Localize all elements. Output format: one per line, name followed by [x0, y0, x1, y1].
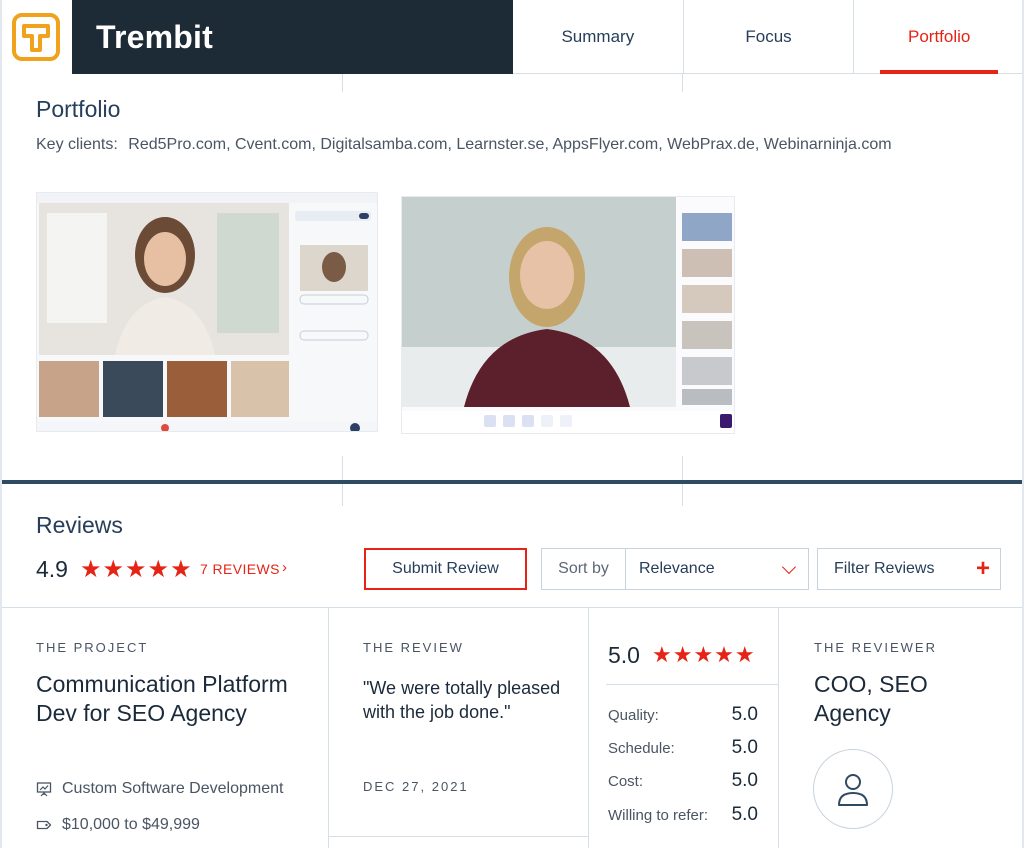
review-card-inner-border	[328, 836, 588, 837]
score-value: 5.0	[731, 804, 758, 825]
score-value: 5.0	[731, 737, 758, 758]
review-quote: "We were totally pleased with the job do…	[363, 678, 561, 722]
portfolio-image-stream-studio[interactable]	[401, 196, 735, 434]
review-column-divider	[778, 607, 779, 848]
chevron-right-icon[interactable]: ›	[282, 559, 287, 576]
grid-line	[682, 484, 683, 506]
top-header: Trembit Summary Focus Portfolio	[0, 0, 1024, 74]
submit-review-button[interactable]: Submit Review	[364, 548, 527, 590]
review-score-stars: ★★★★★	[652, 642, 756, 667]
reviews-heading: Reviews	[36, 512, 123, 538]
project-budget-text: $10,000 to $49,999	[62, 816, 200, 833]
review-column-divider	[588, 607, 589, 848]
review-column-divider	[328, 607, 329, 848]
score-value: 5.0	[731, 770, 758, 791]
trembit-logo-icon	[12, 13, 60, 61]
key-clients: Key clients: Red5Pro.com, Cvent.com, Dig…	[36, 136, 892, 154]
profile-tabs: Summary Focus Portfolio	[513, 0, 1024, 74]
project-service: Custom Software Development	[36, 780, 283, 798]
review-score: 5.0	[608, 642, 640, 668]
plus-icon: +	[975, 555, 990, 582]
score-value: 5.0	[731, 704, 758, 725]
user-icon	[838, 774, 868, 806]
sort-by-select[interactable]: Sort by Relevance	[541, 548, 809, 590]
filter-reviews-label: Filter Reviews	[834, 560, 935, 577]
review-label: THE REVIEW	[363, 640, 464, 655]
grid-line	[342, 484, 343, 506]
project-title[interactable]: Communication Platform Dev for SEO Agenc…	[36, 670, 316, 728]
price-tag-icon	[36, 820, 52, 830]
score-label: Cost:	[608, 773, 644, 790]
score-label: Willing to refer:	[608, 807, 709, 824]
portfolio-image-video-conference[interactable]	[36, 192, 378, 432]
sort-by-label: Sort by	[542, 549, 626, 589]
score-label: Schedule:	[608, 740, 675, 757]
filter-reviews-button[interactable]: Filter Reviews +	[817, 548, 1001, 590]
score-row-cost: Cost: 5.0	[608, 770, 758, 792]
streaming-app-illustration	[402, 197, 734, 433]
score-row-quality: Quality: 5.0	[608, 704, 758, 726]
score-label: Quality:	[608, 707, 659, 724]
reviewer-label: THE REVIEWER	[814, 640, 937, 655]
reviewer-title: COO, SEO Agency	[814, 671, 928, 726]
tab-portfolio[interactable]: Portfolio	[853, 0, 1024, 74]
project-service-text: Custom Software Development	[62, 780, 284, 797]
section-divider	[0, 480, 1024, 484]
sort-by-value[interactable]: Relevance	[626, 549, 808, 589]
score-row-schedule: Schedule: 5.0	[608, 737, 758, 759]
sort-by-selected: Relevance	[639, 560, 715, 577]
portfolio-heading: Portfolio	[36, 96, 121, 122]
reviewer-avatar	[813, 749, 893, 829]
grid-line	[342, 74, 343, 92]
brand-bar: Trembit	[72, 0, 513, 74]
grid-line	[682, 456, 683, 480]
overall-rating-stars: ★★★★★	[80, 556, 193, 583]
company-name: Trembit	[96, 18, 213, 55]
score-row-willing-to-refer: Willing to refer: 5.0	[608, 804, 758, 826]
key-clients-list: Red5Pro.com, Cvent.com, Digitalsamba.com…	[128, 136, 892, 153]
presentation-chart-icon	[36, 782, 52, 797]
grid-line	[682, 74, 683, 92]
key-clients-label: Key clients:	[36, 136, 118, 153]
project-label: THE PROJECT	[36, 640, 149, 655]
video-call-grid-illustration	[37, 193, 377, 431]
reviews-count-link[interactable]: 7 REVIEWS	[200, 561, 280, 577]
tab-summary[interactable]: Summary	[513, 0, 683, 74]
review-date: DEC 27, 2021	[363, 779, 469, 794]
chevron-down-icon	[781, 559, 797, 575]
score-divider	[606, 684, 778, 685]
project-budget: $10,000 to $49,999	[36, 816, 200, 834]
review-card-border	[0, 607, 1024, 608]
overall-rating: 4.9	[36, 556, 68, 582]
company-logo[interactable]	[0, 0, 72, 74]
tab-focus[interactable]: Focus	[682, 0, 854, 74]
grid-line	[342, 456, 343, 480]
